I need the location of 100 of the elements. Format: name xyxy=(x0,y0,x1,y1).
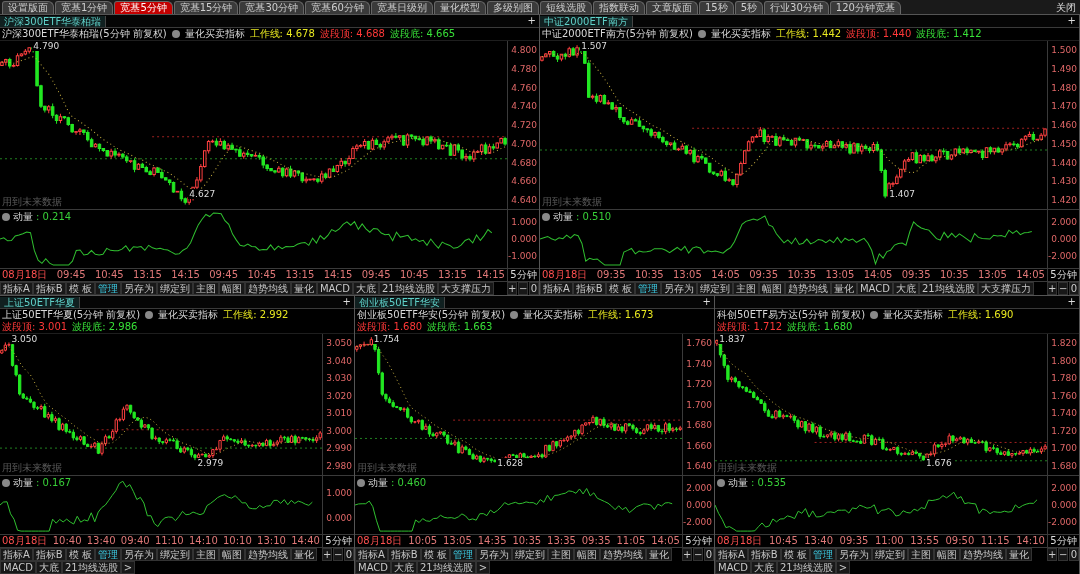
toolbar-button[interactable]: 指标A xyxy=(0,282,33,295)
toolbar-button[interactable]: 大支撑压力 xyxy=(437,282,494,295)
toolbar-button[interactable]: 21均线选股 xyxy=(378,282,438,295)
zoom-control[interactable]: 0 xyxy=(1069,282,1079,295)
toolbar-button[interactable]: 模 板 xyxy=(780,548,810,561)
toolbar-button[interactable]: 量化 xyxy=(645,548,672,561)
dropdown-icon[interactable] xyxy=(2,478,10,487)
zoom-control[interactable]: − xyxy=(1058,282,1068,295)
dropdown-icon[interactable] xyxy=(145,311,154,319)
toolbar-button[interactable]: 绑定到 xyxy=(511,548,548,561)
toolbar-button[interactable]: 模 板 xyxy=(65,282,95,295)
layout-tab[interactable]: 宽基5分钟 xyxy=(114,1,173,14)
chart-tab[interactable]: 沪深300ETF华泰柏瑞 xyxy=(0,15,107,27)
toolbar-button[interactable]: 指标A xyxy=(715,548,748,561)
layout-tab[interactable]: 行业30分钟 xyxy=(764,1,829,14)
toolbar-button[interactable]: 大底 xyxy=(36,561,62,574)
toolbar-button[interactable]: 指标A xyxy=(355,548,388,561)
toolbar-button[interactable]: 主图 xyxy=(547,548,574,561)
toolbar-button[interactable]: 管理 xyxy=(94,548,121,561)
toolbar-button[interactable]: MACD xyxy=(316,282,353,295)
toolbar-button[interactable]: 管理 xyxy=(634,282,661,295)
layout-tab[interactable]: 15秒 xyxy=(698,1,734,14)
layout-tab[interactable]: 宽基1分钟 xyxy=(55,1,114,14)
add-button[interactable]: + xyxy=(1064,297,1079,307)
layout-tab[interactable]: 宽基60分钟 xyxy=(305,1,370,14)
toolbar-button[interactable]: 绑定到 xyxy=(871,548,908,561)
toolbar-button[interactable]: 趋势均线 xyxy=(784,282,831,295)
zoom-control[interactable]: 0 xyxy=(1069,548,1079,561)
layout-tab[interactable]: 宽基15分钟 xyxy=(173,1,239,14)
dropdown-icon[interactable] xyxy=(870,311,879,319)
toolbar-button[interactable]: 主图 xyxy=(732,282,759,295)
zoom-control[interactable]: − xyxy=(693,548,703,561)
chart-tab[interactable]: 中证2000ETF南方 xyxy=(540,15,633,27)
toolbar-button[interactable]: 趋势均线 xyxy=(244,282,291,295)
toolbar-button[interactable]: 模 板 xyxy=(605,282,635,295)
toolbar-button[interactable]: 指标A xyxy=(0,548,33,561)
toolbar-button[interactable]: 幅图 xyxy=(573,548,600,561)
toolbar-button[interactable]: 幅图 xyxy=(933,548,960,561)
chart-tab[interactable]: 创业板50ETF华安 xyxy=(355,296,445,308)
dropdown-icon[interactable] xyxy=(698,30,706,38)
toolbar-button[interactable]: 21均线选股 xyxy=(62,561,121,574)
layout-tab[interactable]: 5秒 xyxy=(734,1,764,14)
layout-tab[interactable]: 宽基30分钟 xyxy=(239,1,305,14)
add-button[interactable]: + xyxy=(524,16,539,26)
add-button[interactable]: + xyxy=(699,297,714,307)
toolbar-button[interactable]: 幅图 xyxy=(218,282,245,295)
toolbar-button[interactable]: 另存为 xyxy=(475,548,512,561)
toolbar-button[interactable]: 幅图 xyxy=(758,282,785,295)
layout-tab[interactable]: 短线选股 xyxy=(539,1,592,14)
zoom-control[interactable]: + xyxy=(682,548,692,561)
toolbar-button[interactable]: 指标A xyxy=(540,282,573,295)
toolbar-button[interactable]: 管理 xyxy=(94,282,121,295)
toolbar-button[interactable]: 管理 xyxy=(809,548,836,561)
toolbar-button[interactable]: 趋势均线 xyxy=(244,548,291,561)
toolbar-button[interactable]: 指标B xyxy=(572,282,606,295)
toolbar-button[interactable]: 主图 xyxy=(192,282,219,295)
toolbar-button[interactable]: 指标B xyxy=(747,548,781,561)
zoom-control[interactable]: − xyxy=(1058,548,1068,561)
zoom-control[interactable]: 0 xyxy=(344,548,354,561)
toolbar-button[interactable]: 指标B xyxy=(32,548,66,561)
toolbar-button[interactable]: 大支撑压力 xyxy=(977,282,1034,295)
toolbar-button[interactable]: 量化 xyxy=(1005,548,1032,561)
toolbar-button[interactable]: 另存为 xyxy=(835,548,872,561)
toolbar-button[interactable]: 大底 xyxy=(892,282,919,295)
toolbar-button[interactable]: 大底 xyxy=(352,282,379,295)
toolbar-button[interactable]: 另存为 xyxy=(660,282,697,295)
zoom-control[interactable]: − xyxy=(518,282,528,295)
toolbar-button[interactable]: 绑定到 xyxy=(156,282,193,295)
layout-tab[interactable]: 120分钟宽基 xyxy=(829,1,901,14)
dropdown-icon[interactable] xyxy=(510,311,519,319)
toolbar-button[interactable]: 模 板 xyxy=(65,548,95,561)
zoom-control[interactable]: + xyxy=(507,282,517,295)
toolbar-button[interactable]: 模 板 xyxy=(420,548,450,561)
zoom-control[interactable]: + xyxy=(322,548,332,561)
toolbar-button[interactable]: MACD xyxy=(355,561,391,574)
toolbar-button[interactable]: 趋势均线 xyxy=(599,548,646,561)
toolbar-button[interactable]: MACD xyxy=(0,561,36,574)
dropdown-icon[interactable] xyxy=(357,478,365,487)
zoom-control[interactable]: − xyxy=(333,548,343,561)
toolbar-button[interactable]: 指标B xyxy=(387,548,421,561)
toolbar-button[interactable]: MACD xyxy=(856,282,893,295)
toolbar-button[interactable]: MACD xyxy=(715,561,751,574)
zoom-control[interactable]: + xyxy=(1047,548,1057,561)
toolbar-button[interactable]: 绑定到 xyxy=(156,548,193,561)
toolbar-button[interactable]: 量化 xyxy=(290,548,317,561)
zoom-control[interactable]: 0 xyxy=(704,548,714,561)
close-button[interactable]: 关闭 xyxy=(1052,1,1080,14)
dropdown-icon[interactable] xyxy=(2,212,10,221)
dropdown-icon[interactable] xyxy=(171,30,180,38)
toolbar-button[interactable]: 21均线选股 xyxy=(918,282,978,295)
toolbar-button[interactable]: 趋势均线 xyxy=(959,548,1006,561)
zoom-control[interactable]: + xyxy=(1047,282,1057,295)
add-button[interactable]: + xyxy=(339,297,354,307)
zoom-control[interactable]: 0 xyxy=(529,282,539,295)
layout-tab[interactable]: 指数联动 xyxy=(592,1,645,14)
chart-tab[interactable]: 上证50ETF华夏 xyxy=(0,296,80,308)
toolbar-button[interactable]: 另存为 xyxy=(120,282,157,295)
layout-tab[interactable]: 量化模型 xyxy=(433,1,486,14)
layout-tab[interactable]: 多级别图 xyxy=(486,1,539,14)
toolbar-button[interactable]: 幅图 xyxy=(218,548,245,561)
